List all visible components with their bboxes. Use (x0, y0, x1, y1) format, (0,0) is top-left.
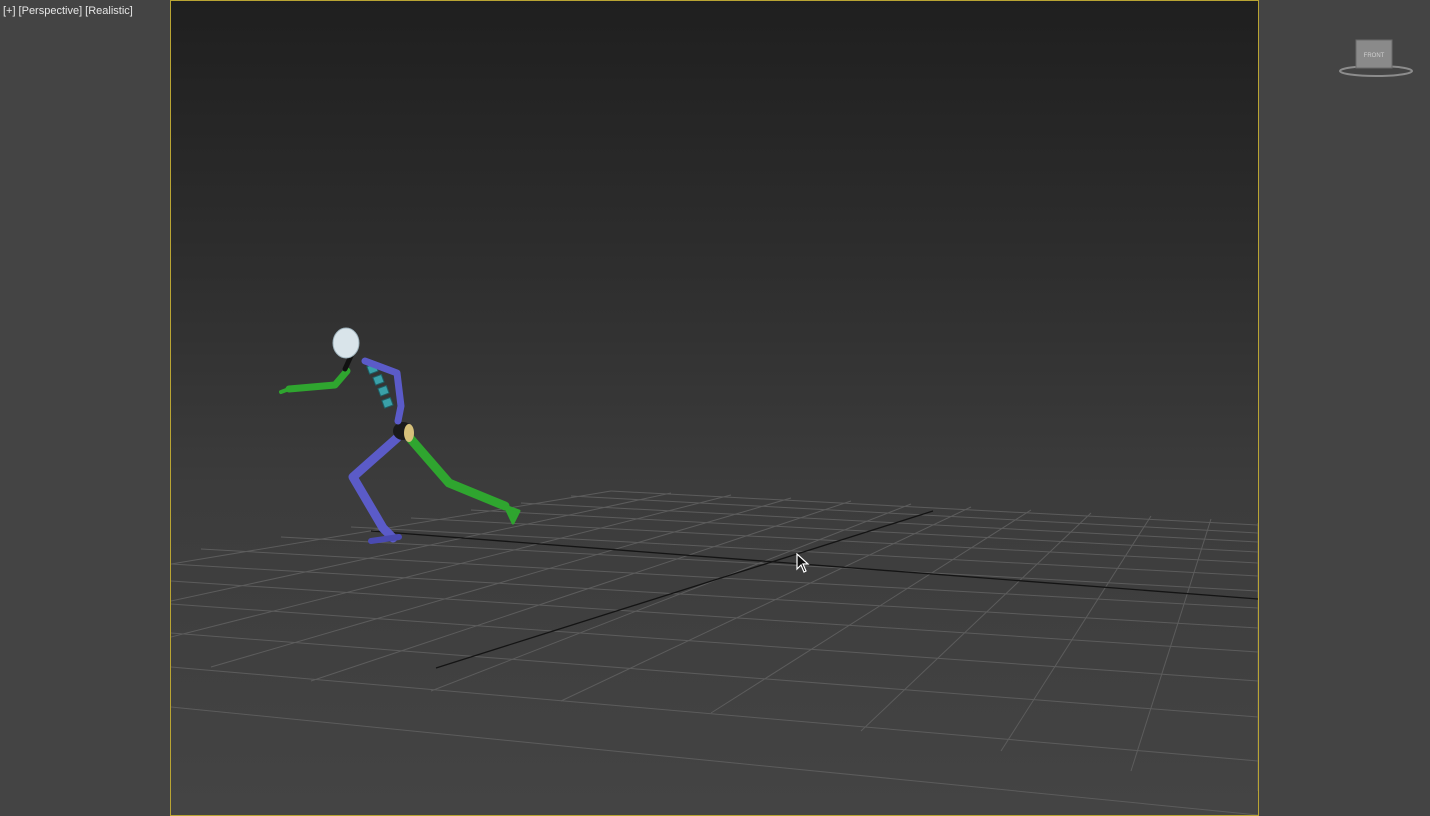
viewport-shading-button[interactable]: [Realistic] (85, 4, 133, 18)
viewport-view-button[interactable]: [Perspective] (19, 4, 83, 18)
viewcube[interactable]: FRONT (1339, 38, 1415, 80)
perspective-viewport[interactable] (170, 0, 1259, 816)
viewcube-face-label: FRONT (1364, 53, 1385, 59)
viewport-menu-button[interactable]: [+] (3, 4, 16, 18)
arrow-cursor-icon (796, 552, 810, 578)
scene (171, 327, 1258, 815)
viewport-label: [+] [Perspective] [Realistic] (3, 4, 136, 18)
ground-grid (171, 490, 1258, 815)
biped-character[interactable] (279, 327, 521, 544)
